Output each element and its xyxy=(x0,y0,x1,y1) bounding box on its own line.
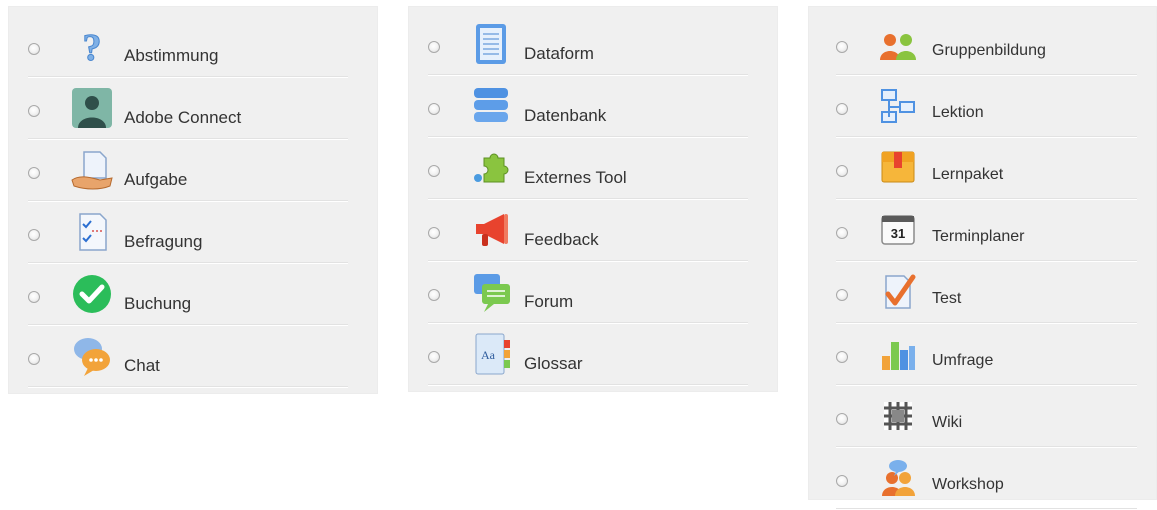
radio-button[interactable] xyxy=(836,103,848,115)
activity-label: Forum xyxy=(524,292,574,311)
checkmark-icon xyxy=(70,272,114,316)
database-icon xyxy=(470,84,514,128)
activity-label: Wiki xyxy=(932,414,963,431)
radio-button[interactable] xyxy=(836,351,848,363)
activity-option-befragung[interactable]: Befragung xyxy=(8,202,378,264)
adobe-connect-icon xyxy=(70,86,114,130)
activity-option-lektion[interactable]: Lektion xyxy=(808,76,1157,138)
radio-button[interactable] xyxy=(836,165,848,177)
activity-label: Terminplaner xyxy=(932,228,1025,245)
activity-label: Test xyxy=(932,290,962,307)
radio-button[interactable] xyxy=(428,41,440,53)
activity-label: Dataform xyxy=(524,44,594,63)
assignment-icon xyxy=(70,148,114,192)
activity-label: Umfrage xyxy=(932,352,994,369)
workshop-icon xyxy=(878,458,918,498)
activity-option-buchung[interactable]: Buchung xyxy=(8,264,378,326)
activity-option-terminplaner[interactable]: 31 Terminplaner xyxy=(808,200,1157,262)
radio-button[interactable] xyxy=(836,227,848,239)
activity-label: Chat xyxy=(124,356,160,375)
puzzle-icon xyxy=(470,146,514,190)
radio-button[interactable] xyxy=(428,227,440,239)
activity-label: Externes Tool xyxy=(524,168,627,187)
radio-button[interactable] xyxy=(428,351,440,363)
activity-option-forum[interactable]: Forum xyxy=(408,262,778,324)
radio-button[interactable] xyxy=(28,43,40,55)
calendar-icon: 31 xyxy=(878,210,918,250)
radio-button[interactable] xyxy=(28,291,40,303)
activity-option-aufgabe[interactable]: Aufgabe xyxy=(8,140,378,202)
lesson-icon xyxy=(878,86,918,126)
wiki-icon xyxy=(878,396,918,436)
package-icon xyxy=(878,148,918,188)
activity-label: Datenbank xyxy=(524,106,607,125)
activity-option-workshop[interactable]: Workshop xyxy=(808,448,1157,510)
activity-option-datenbank[interactable]: Datenbank xyxy=(408,76,778,138)
activity-label: Adobe Connect xyxy=(124,108,242,127)
activity-option-abstimmung[interactable]: ? Abstimmung xyxy=(8,16,378,78)
radio-button[interactable] xyxy=(428,165,440,177)
group-icon xyxy=(878,24,918,64)
divider xyxy=(428,385,748,386)
svg-text:?: ? xyxy=(83,27,102,68)
activity-option-chat[interactable]: Chat xyxy=(8,326,378,388)
chat-icon xyxy=(70,334,114,378)
activity-list-column-1: ? Abstimmung Adobe Connect Aufgabe Befra… xyxy=(8,6,378,394)
question-icon: ? xyxy=(70,24,114,69)
chart-icon xyxy=(878,334,918,374)
radio-button[interactable] xyxy=(28,353,40,365)
activity-label: Lernpaket xyxy=(932,166,1004,183)
activity-option-wiki[interactable]: Wiki xyxy=(808,386,1157,448)
activity-label: Workshop xyxy=(932,476,1004,493)
activity-option-externes-tool[interactable]: Externes Tool xyxy=(408,138,778,200)
activity-option-adobe-connect[interactable]: Adobe Connect xyxy=(8,78,378,140)
activity-option-glossar[interactable]: Aa Glossar xyxy=(408,324,778,386)
divider xyxy=(28,387,348,388)
dataform-icon xyxy=(470,22,514,66)
activity-option-dataform[interactable]: Dataform xyxy=(408,14,778,76)
activity-option-lernpaket[interactable]: Lernpaket xyxy=(808,138,1157,200)
activity-label: Lektion xyxy=(932,104,984,121)
activity-list-column-3: Gruppenbildung Lektion Lernpaket 31 Term… xyxy=(808,6,1157,510)
svg-text:31: 31 xyxy=(891,226,905,241)
radio-button[interactable] xyxy=(836,41,848,53)
glossary-icon: Aa xyxy=(470,332,514,376)
quiz-icon xyxy=(878,272,918,312)
activity-label: Befragung xyxy=(124,232,203,251)
activity-label: Feedback xyxy=(524,230,599,249)
activity-option-test[interactable]: Test xyxy=(808,262,1157,324)
activity-label: Buchung xyxy=(124,294,192,313)
activity-option-umfrage[interactable]: Umfrage xyxy=(808,324,1157,386)
forum-icon xyxy=(470,270,514,314)
survey-icon xyxy=(70,210,114,254)
radio-button[interactable] xyxy=(28,105,40,117)
activity-list-column-2: Dataform Datenbank Externes Tool Feedbac… xyxy=(408,6,778,392)
activity-label: Abstimmung xyxy=(124,46,219,65)
radio-button[interactable] xyxy=(836,475,848,487)
radio-button[interactable] xyxy=(836,289,848,301)
activity-option-gruppenbildung[interactable]: Gruppenbildung xyxy=(808,14,1157,76)
radio-button[interactable] xyxy=(428,289,440,301)
activity-label: Gruppenbildung xyxy=(932,42,1046,59)
svg-text:Aa: Aa xyxy=(481,348,496,362)
radio-button[interactable] xyxy=(28,167,40,179)
megaphone-icon xyxy=(470,208,514,252)
activity-option-feedback[interactable]: Feedback xyxy=(408,200,778,262)
activity-label: Aufgabe xyxy=(124,170,188,189)
radio-button[interactable] xyxy=(28,229,40,241)
radio-button[interactable] xyxy=(836,413,848,425)
radio-button[interactable] xyxy=(428,103,440,115)
activity-label: Glossar xyxy=(524,354,583,373)
